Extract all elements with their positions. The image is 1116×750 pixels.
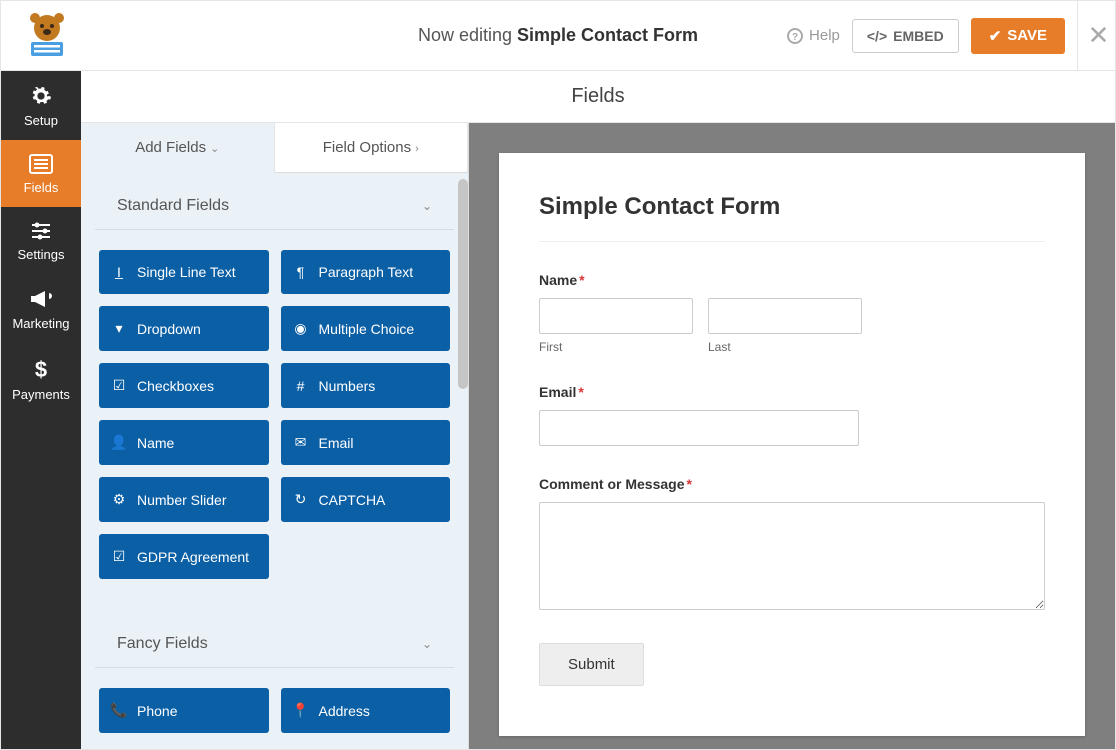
- top-bar: Now editing Simple Contact Form ? Help <…: [1, 1, 1115, 71]
- help-icon: ?: [787, 28, 803, 44]
- chevron-right-icon: ›: [415, 143, 419, 155]
- sliders-icon: [30, 221, 52, 241]
- field-phone[interactable]: 📞Phone: [99, 688, 269, 733]
- field-checkboxes[interactable]: ☑Checkboxes: [99, 363, 269, 408]
- field-panel: Add Fields⌄ Field Options› Standard Fiel…: [81, 123, 469, 749]
- field-gdpr[interactable]: ☑GDPR Agreement: [99, 534, 269, 579]
- check-icon: ✔: [989, 27, 1002, 45]
- nav-setup[interactable]: Setup: [1, 71, 81, 140]
- field-group-name[interactable]: Name* First Last: [539, 272, 1045, 354]
- section-standard-fields[interactable]: Standard Fields ⌄: [95, 173, 454, 230]
- radio-icon: ◉: [293, 320, 309, 337]
- svg-text:?: ?: [792, 32, 798, 43]
- name-label: Name*: [539, 272, 1045, 288]
- close-icon: ✕: [1088, 20, 1110, 51]
- help-link[interactable]: ? Help: [787, 27, 840, 44]
- tab-add-fields[interactable]: Add Fields⌄: [81, 123, 275, 173]
- scrollbar[interactable]: [458, 179, 468, 389]
- chevron-down-icon: ⌄: [210, 143, 219, 155]
- editing-title: Now editing Simple Contact Form: [418, 25, 698, 46]
- phone-icon: 📞: [111, 702, 127, 719]
- last-sublabel: Last: [708, 340, 862, 354]
- submit-button[interactable]: Submit: [539, 643, 644, 686]
- user-icon: 👤: [111, 434, 127, 451]
- email-label: Email*: [539, 384, 1045, 400]
- required-indicator: *: [686, 476, 691, 492]
- last-name-input[interactable]: [708, 298, 862, 334]
- panel-title: Fields: [81, 71, 1115, 123]
- form-title: Simple Contact Form: [539, 193, 1045, 242]
- pin-icon: 📍: [293, 702, 309, 719]
- logo: [17, 11, 77, 61]
- comment-label: Comment or Message*: [539, 476, 1045, 492]
- field-email[interactable]: ✉Email: [281, 420, 451, 465]
- required-indicator: *: [579, 272, 584, 288]
- nav-payments[interactable]: $ Payments: [1, 343, 81, 414]
- field-group-comment[interactable]: Comment or Message*: [539, 476, 1045, 613]
- checkbox-icon: ☑: [111, 548, 127, 565]
- checkbox-icon: ☑: [111, 377, 127, 394]
- tab-field-options[interactable]: Field Options›: [275, 123, 469, 173]
- field-paragraph-text[interactable]: ¶Paragraph Text: [281, 250, 451, 294]
- dollar-icon: $: [33, 357, 49, 381]
- chevron-down-icon: ⌄: [422, 199, 432, 213]
- field-address[interactable]: 📍Address: [281, 688, 451, 733]
- gear-icon: [30, 85, 52, 107]
- bullhorn-icon: [29, 288, 53, 310]
- field-name[interactable]: 👤Name: [99, 420, 269, 465]
- field-number-slider[interactable]: ⚙Number Slider: [99, 477, 269, 522]
- sliders-icon: ⚙: [111, 491, 127, 508]
- nav-fields[interactable]: Fields: [1, 140, 81, 207]
- first-sublabel: First: [539, 340, 693, 354]
- code-icon: </>: [867, 28, 887, 44]
- first-name-input[interactable]: [539, 298, 693, 334]
- envelope-icon: ✉: [293, 434, 309, 451]
- paragraph-icon: ¶: [293, 264, 309, 280]
- field-dropdown[interactable]: ▾Dropdown: [99, 306, 269, 351]
- list-icon: [29, 154, 53, 174]
- refresh-icon: ↻: [293, 491, 309, 508]
- sidebar-nav: Setup Fields Settings Marketing $ Paymen…: [1, 71, 81, 749]
- email-input[interactable]: [539, 410, 859, 446]
- field-numbers[interactable]: #Numbers: [281, 363, 451, 408]
- required-indicator: *: [578, 384, 583, 400]
- form-preview: Simple Contact Form Name* First Last: [499, 153, 1085, 736]
- embed-button[interactable]: </>EMBED: [852, 19, 959, 53]
- field-group-email[interactable]: Email*: [539, 384, 1045, 446]
- nav-marketing[interactable]: Marketing: [1, 274, 81, 343]
- caret-down-icon: ▾: [111, 320, 127, 337]
- field-multiple-choice[interactable]: ◉Multiple Choice: [281, 306, 451, 351]
- preview-area: Simple Contact Form Name* First Last: [469, 123, 1115, 749]
- save-button[interactable]: ✔SAVE: [971, 18, 1065, 54]
- close-button[interactable]: ✕: [1077, 1, 1116, 71]
- hash-icon: #: [293, 378, 309, 394]
- comment-textarea[interactable]: [539, 502, 1045, 610]
- svg-text:$: $: [35, 357, 47, 381]
- field-single-line-text[interactable]: I̲Single Line Text: [99, 250, 269, 294]
- chevron-down-icon: ⌄: [422, 637, 432, 651]
- text-icon: I̲: [111, 264, 127, 280]
- section-fancy-fields[interactable]: Fancy Fields ⌄: [95, 611, 454, 668]
- field-captcha[interactable]: ↻CAPTCHA: [281, 477, 451, 522]
- nav-settings[interactable]: Settings: [1, 207, 81, 274]
